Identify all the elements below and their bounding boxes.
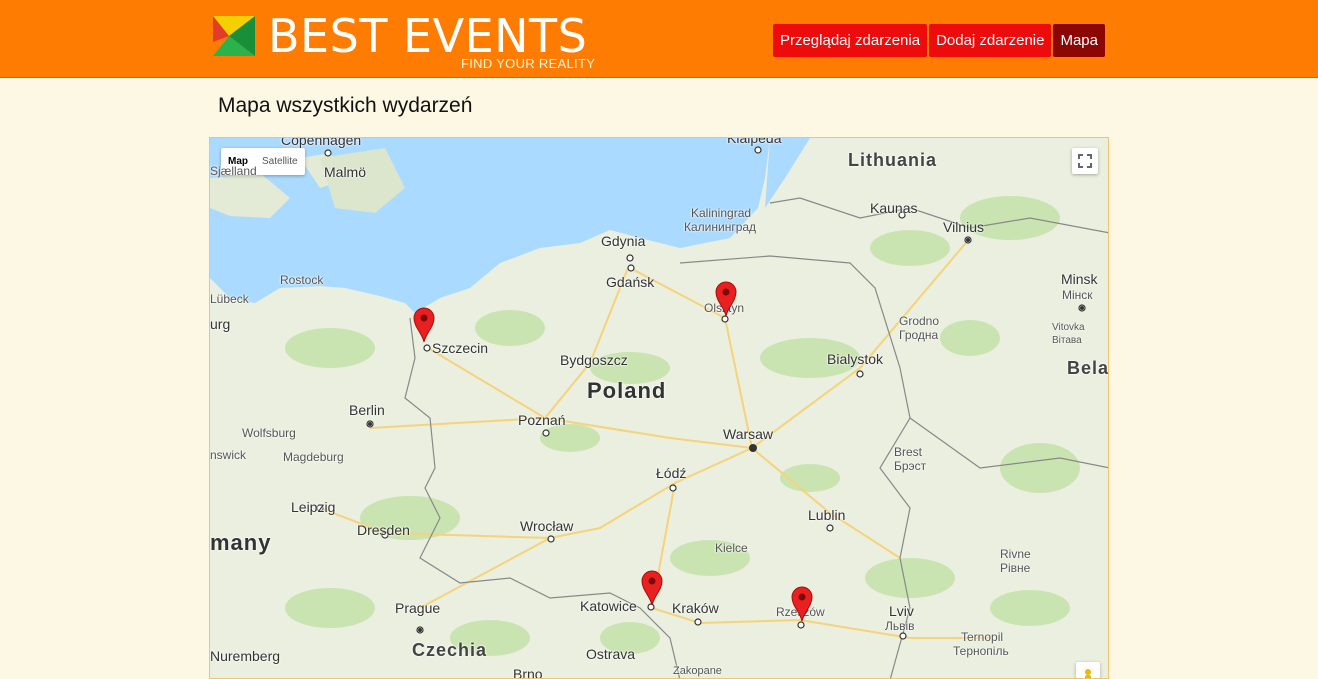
label-leipzig: Leipzig <box>291 499 336 515</box>
label-brunswick: nswick <box>210 448 247 462</box>
label-katowice: Katowice <box>580 598 637 614</box>
label-kaliningrad: Kaliningrad <box>691 206 752 220</box>
label-ternopil: Ternopil <box>961 630 1004 644</box>
label-ostrava: Ostrava <box>586 646 636 662</box>
label-minsk: Minsk <box>1061 271 1098 287</box>
label-bydgoszcz: Bydgoszcz <box>560 352 628 368</box>
label-rostock: Rostock <box>280 273 324 287</box>
events-map[interactable]: Map Satellite Poland Lithuania Czechia m… <box>209 137 1109 679</box>
label-nuremberg: Nuremberg <box>210 648 281 664</box>
label-lodz: Łódź <box>656 465 687 481</box>
event-marker-rzeszow[interactable] <box>791 586 813 622</box>
event-marker-olsztyn[interactable] <box>715 281 737 317</box>
label-magdeburg: Magdeburg <box>283 450 344 464</box>
label-kielce: Kielce <box>715 541 748 555</box>
nav-map-button[interactable]: Mapa <box>1053 24 1105 57</box>
label-lublin: Lublin <box>808 507 846 523</box>
label-germany: many <box>210 530 272 555</box>
label-kaliningrad-ru: Калининград <box>684 220 757 234</box>
label-lviv: Lviv <box>889 603 914 619</box>
label-rivne-ua: Рівне <box>1000 561 1031 575</box>
label-gdansk: Gdańsk <box>606 274 655 290</box>
label-belarus: Bela <box>1067 358 1109 378</box>
nav-browse-events-button[interactable]: Przeglądaj zdarzenia <box>772 24 928 57</box>
label-bialystok: Bialystok <box>827 351 884 367</box>
map-type-satellite-button[interactable]: Satellite <box>255 148 305 175</box>
page-title: Mapa wszystkich wydarzeń <box>218 94 473 117</box>
label-sjalland: Sjælland <box>210 164 257 178</box>
label-grodno-ru: Гродна <box>899 328 939 342</box>
label-gdynia: Gdynia <box>601 233 646 249</box>
label-vitebsk: Vitovka <box>1052 322 1085 333</box>
label-grodno: Grodno <box>899 314 940 328</box>
label-klaipeda: Klaipeda <box>727 137 782 146</box>
label-szczecin: Szczecin <box>432 340 489 356</box>
main-nav: Przeglądaj zdarzenia Dodaj zdarzenie Map… <box>772 24 1105 57</box>
brand-title[interactable]: BEST EVENTS <box>268 10 587 62</box>
label-zakopane: Zakopane <box>673 665 722 677</box>
label-minsk-ru: Мінск <box>1062 288 1093 302</box>
label-ternopil-ua: Тернопіль <box>953 644 1009 658</box>
label-brest-ru: Брэст <box>894 459 927 473</box>
nav-add-event-button[interactable]: Dodaj zdarzenie <box>929 24 1052 57</box>
logo-icon <box>213 16 255 56</box>
event-marker-katowice[interactable] <box>641 570 663 606</box>
label-brest: Brest <box>894 445 923 459</box>
label-lubeck: Lübeck <box>210 292 249 306</box>
label-malmo: Malmö <box>324 164 367 180</box>
label-krakow: Kraków <box>672 600 719 616</box>
fullscreen-icon[interactable] <box>1072 148 1098 174</box>
label-warsaw: Warsaw <box>723 426 774 442</box>
label-wolfsburg: Wolfsburg <box>242 426 296 440</box>
event-marker-szczecin[interactable] <box>413 307 435 343</box>
header-bar: BEST EVENTS FIND YOUR REALITY Przeglądaj… <box>0 0 1318 78</box>
label-prague: Prague <box>395 600 441 616</box>
label-lithuania: Lithuania <box>848 150 937 170</box>
label-wroclaw: Wrocław <box>520 518 574 534</box>
label-lviv-ua: Львів <box>885 619 915 633</box>
label-poland: Poland <box>587 378 667 403</box>
label-copenhagen: Copenhagen <box>281 137 362 148</box>
label-poznan: Poznań <box>518 412 566 428</box>
pegman-icon[interactable] <box>1076 662 1100 678</box>
label-brno: Brno <box>513 666 543 679</box>
label-dresden: Dresden <box>357 522 410 538</box>
label-rivne: Rivne <box>1000 547 1031 561</box>
label-czechia: Czechia <box>412 640 488 660</box>
label-vitebsk-ru: Вітава <box>1052 335 1082 346</box>
brand-tagline: FIND YOUR REALITY <box>461 56 596 71</box>
label-kaunas: Kaunas <box>870 200 918 216</box>
label-burg: urg <box>210 316 231 332</box>
label-berlin: Berlin <box>349 402 385 418</box>
label-vilnius: Vilnius <box>943 219 984 235</box>
